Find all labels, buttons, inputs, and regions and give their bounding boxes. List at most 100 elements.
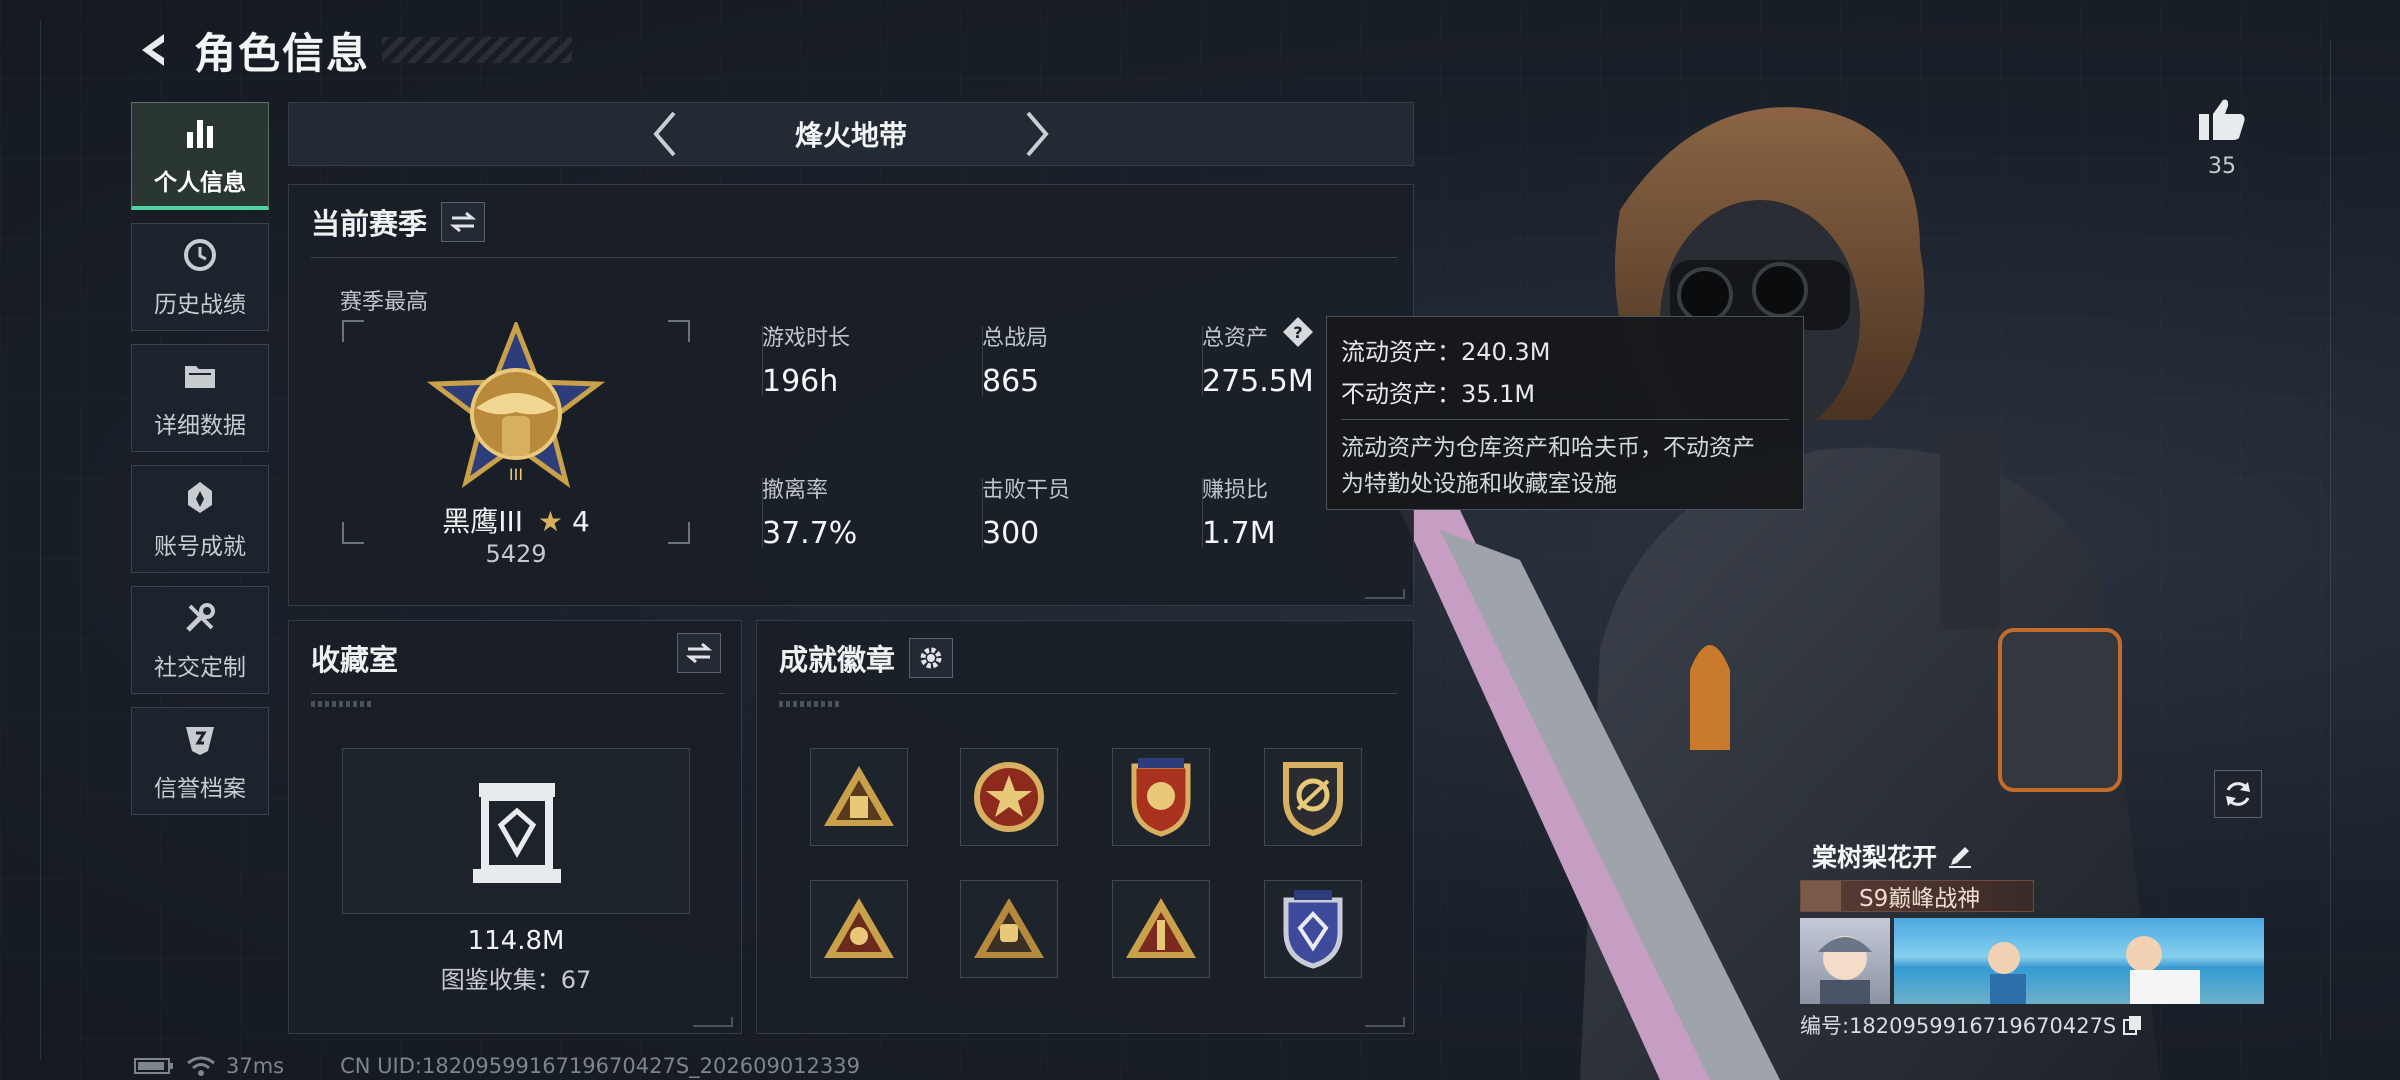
tools-icon [180, 598, 220, 638]
badge-slot-3[interactable] [1112, 748, 1210, 846]
badges-header: 成就徽章 [779, 637, 954, 679]
panel-corner-decor [1365, 1017, 1405, 1027]
sidebar-item-label: 历史战绩 [154, 292, 246, 318]
sidebar-item-detailed-data[interactable]: 详细数据 [131, 344, 269, 452]
badges-settings-button[interactable] [909, 638, 954, 678]
sidebar-item-label: 信誉档案 [154, 776, 246, 802]
sidebar-item-personal-info[interactable]: 个人信息 [131, 102, 269, 210]
like-button[interactable]: 35 [2194, 96, 2250, 179]
stat-value: 865 [982, 364, 1040, 399]
stat-label: 游戏时长 [762, 326, 851, 351]
fist-triangle-badge-icon [974, 898, 1044, 958]
swap-icon [450, 211, 477, 233]
mode-prev-button[interactable] [645, 106, 685, 162]
decor-line [2330, 40, 2331, 1040]
achievement-icon [180, 477, 220, 517]
refresh-icon [2226, 782, 2250, 806]
back-arrow-icon[interactable] [130, 26, 178, 74]
triangle-soldiers-badge-icon [824, 766, 894, 826]
panel-corner-decor [693, 1017, 733, 1027]
panel-corner-decor [1365, 589, 1405, 599]
sidebar-item-social-custom[interactable]: 社交定制 [131, 586, 269, 694]
tooltip-liquid-assets: 流动资产：240.3M [1341, 338, 1551, 366]
badge-slot-2[interactable] [960, 748, 1058, 846]
character-title-badge: S9巅峰战神 [1800, 880, 2034, 912]
copy-icon[interactable] [2122, 1014, 2144, 1036]
tooltip-note-line2: 为特勤处设施和收藏室设施 [1341, 471, 1617, 497]
divider [779, 693, 1397, 694]
sidebar-item-achievements[interactable]: 账号成就 [131, 465, 269, 573]
help-icon[interactable]: ? [1282, 316, 1314, 348]
stat-extraction-rate: 撤离率 37.7% [762, 472, 857, 551]
title-emblem-icon [1801, 881, 1841, 911]
rank-score: 5429 [485, 540, 547, 568]
bar-chart-icon [180, 113, 220, 153]
page-title: 角色信息 [194, 28, 371, 78]
panel-sub-decor [779, 701, 839, 707]
star-icon: ★ [537, 505, 564, 538]
stat-total-matches: 总战局 865 [982, 320, 1048, 399]
blue-shield-badge-icon [1283, 890, 1343, 969]
badge-slot-1[interactable] [810, 748, 908, 846]
character-id: 编号:1820959916719670427S [1800, 1010, 2266, 1040]
sidebar-item-history[interactable]: 历史战绩 [131, 223, 269, 331]
stat-value: 1.7M [1202, 516, 1276, 551]
stat-label: 总战局 [982, 326, 1049, 351]
credit-icon [180, 719, 220, 759]
divider [982, 478, 983, 548]
svg-text:III: III [509, 465, 523, 484]
battery-icon [134, 1058, 173, 1074]
mode-selector: 烽火地带 [288, 102, 1414, 166]
rank-stars: 4 [571, 505, 590, 538]
season-header: 当前赛季 [311, 201, 486, 243]
mode-title: 烽火地带 [794, 119, 907, 152]
character-id-text: 编号:1820959916719670427S [1800, 1014, 2117, 1038]
history-icon [180, 235, 220, 275]
uid-text: CN UID:1820959916719670427S_202609012339 [340, 1054, 860, 1078]
badge-slot-7[interactable] [1112, 880, 1210, 978]
stat-operators-defeated: 击败干员 300 [982, 472, 1070, 551]
stat-value: 300 [982, 516, 1040, 551]
sidebar-item-label: 账号成就 [154, 534, 246, 560]
tooltip-fixed-assets: 不动资产：35.1M [1341, 380, 1536, 408]
badge-slot-8[interactable] [1264, 880, 1362, 978]
divider [311, 257, 1397, 258]
svg-text:?: ? [1293, 323, 1302, 342]
season-switch-button[interactable] [441, 202, 486, 242]
header: 角色信息 [130, 20, 573, 80]
profile-banner[interactable] [1894, 918, 2264, 1004]
collection-showcase[interactable] [342, 748, 690, 914]
divider [1341, 419, 1789, 420]
character-banners[interactable] [1800, 918, 2266, 1004]
collection-switch-button[interactable] [677, 633, 721, 673]
sidebar-item-label: 详细数据 [154, 413, 246, 439]
badge-slot-4[interactable] [1264, 748, 1362, 846]
avatar[interactable] [1800, 918, 1890, 1004]
divider [311, 693, 725, 694]
mode-next-button[interactable] [1017, 106, 1057, 162]
wifi-icon [187, 1056, 215, 1076]
sidebar-item-credit-record[interactable]: 信誉档案 [131, 707, 269, 815]
divider [762, 478, 763, 548]
character-title: S9巅峰战神 [1859, 886, 1981, 912]
collection-value: 114.8M [467, 926, 565, 956]
divider [1202, 478, 1203, 548]
stat-value: 37.7% [762, 516, 858, 551]
stat-value: 275.5M [1202, 364, 1314, 399]
rank-emblem-icon: III [426, 322, 606, 489]
badge-slot-6[interactable] [960, 880, 1058, 978]
edit-icon[interactable] [1947, 843, 1973, 869]
badge-slot-5[interactable] [810, 880, 908, 978]
eagle-crest-badge-icon [1131, 758, 1191, 837]
tower-triangle-badge-icon [1126, 898, 1196, 958]
stat-value: 196h [762, 364, 839, 399]
season-best-label: 赛季最高 [340, 290, 429, 315]
panel-sub-decor [311, 701, 371, 707]
title-decor [382, 37, 573, 63]
divider [982, 326, 983, 396]
stat-label: 撤离率 [762, 478, 829, 503]
star-shield-badge-icon [974, 762, 1044, 832]
stat-label: 赚损比 [1202, 478, 1269, 503]
refresh-appearance-button[interactable] [2214, 770, 2262, 818]
divider [762, 326, 763, 396]
